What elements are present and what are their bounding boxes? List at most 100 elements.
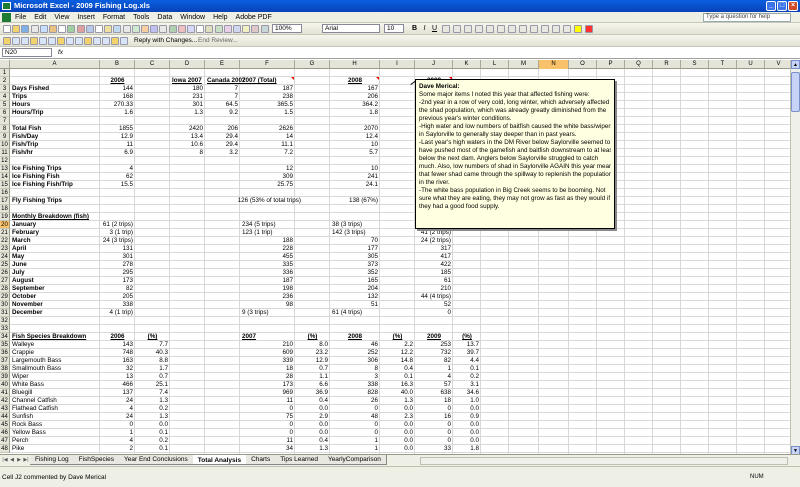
row-header-17[interactable]: 17	[0, 197, 10, 205]
row-header-24[interactable]: 24	[0, 253, 10, 261]
menu-tools[interactable]: Tools	[133, 12, 149, 23]
review-icon-13[interactable]	[111, 37, 119, 45]
column-header-h[interactable]: H	[330, 60, 380, 69]
toolbar-icon-23[interactable]	[205, 25, 214, 33]
row-header-12[interactable]: 12	[0, 157, 10, 165]
column-header-m[interactable]: M	[509, 60, 539, 69]
review-icon-6[interactable]	[48, 37, 56, 45]
review-icon-1[interactable]	[3, 37, 11, 45]
tab-charts[interactable]: Charts	[246, 455, 277, 465]
row-header-38[interactable]: 38	[0, 365, 10, 373]
row-header-31[interactable]: 31	[0, 309, 10, 317]
toolbar-icon-4[interactable]	[30, 25, 39, 33]
format-icon-9[interactable]	[530, 25, 538, 33]
scroll-thumb[interactable]	[791, 72, 800, 112]
zoom-select[interactable]: 100%	[272, 24, 302, 33]
toolbar-icon-10[interactable]	[85, 25, 94, 33]
row-header-2[interactable]: 2	[0, 77, 10, 85]
row-header-25[interactable]: 25	[0, 261, 10, 269]
row-header-5[interactable]: 5	[0, 101, 10, 109]
row-header-40[interactable]: 40	[0, 381, 10, 389]
column-header-k[interactable]: K	[453, 60, 481, 69]
tab-total-analysis[interactable]: Total Analysis	[192, 455, 248, 465]
column-header-d[interactable]: D	[170, 60, 205, 69]
row-header-15[interactable]: 15	[0, 181, 10, 189]
toolbar-icon-12[interactable]	[104, 25, 113, 33]
toolbar-icon-13[interactable]	[113, 25, 122, 33]
bold-button[interactable]: B	[410, 24, 419, 33]
format-icon-1[interactable]	[442, 25, 450, 33]
row-header-9[interactable]: 9	[0, 133, 10, 141]
review-icon-12[interactable]	[102, 37, 110, 45]
tab-yearlycomparison[interactable]: YearlyComparison	[322, 455, 387, 465]
toolbar-icon-9[interactable]	[76, 25, 85, 33]
review-icon-3[interactable]	[21, 37, 29, 45]
review-icon-11[interactable]	[93, 37, 101, 45]
row-header-8[interactable]: 8	[0, 125, 10, 133]
row-header-35[interactable]: 35	[0, 341, 10, 349]
select-all-corner[interactable]	[0, 60, 10, 69]
toolbar-icon-14[interactable]	[122, 25, 131, 33]
menu-window[interactable]: Window	[180, 12, 205, 23]
column-header-o[interactable]: O	[569, 60, 597, 69]
column-header-p[interactable]: P	[597, 60, 625, 69]
toolbar-icon-24[interactable]	[214, 25, 223, 33]
column-header-i[interactable]: I	[380, 60, 415, 69]
row-header-36[interactable]: 36	[0, 349, 10, 357]
format-icon-10[interactable]	[541, 25, 549, 33]
review-icon-10[interactable]	[84, 37, 92, 45]
toolbar-icon-17[interactable]	[150, 25, 159, 33]
tab-year-end-conclusions[interactable]: Year End Conclusions	[119, 455, 194, 465]
menu-help[interactable]: Help	[213, 12, 227, 23]
row-header-18[interactable]: 18	[0, 205, 10, 213]
prev-sheet-icon[interactable]: ◀	[9, 456, 15, 464]
underline-button[interactable]: U	[430, 24, 439, 33]
menu-file[interactable]: File	[15, 12, 26, 23]
row-header-42[interactable]: 42	[0, 397, 10, 405]
toolbar-icon-2[interactable]	[12, 25, 21, 33]
next-sheet-icon[interactable]: ▶	[16, 456, 22, 464]
fx-icon[interactable]: fx	[58, 48, 63, 57]
format-icon-3[interactable]	[464, 25, 472, 33]
row-header-7[interactable]: 7	[0, 117, 10, 125]
row-header-11[interactable]: 11	[0, 149, 10, 157]
font-select[interactable]: Arial	[322, 24, 380, 33]
review-icon-14[interactable]	[120, 37, 128, 45]
row-header-39[interactable]: 39	[0, 373, 10, 381]
format-icon-13[interactable]	[574, 25, 582, 33]
row-header-48[interactable]: 48	[0, 445, 10, 453]
row-header-28[interactable]: 28	[0, 285, 10, 293]
toolbar-icon-8[interactable]	[67, 25, 76, 33]
column-header-q[interactable]: Q	[625, 60, 653, 69]
row-header-20[interactable]: 20	[0, 221, 10, 229]
menu-edit[interactable]: Edit	[34, 12, 46, 23]
tab-fishspecies[interactable]: FishSpecies	[73, 455, 121, 465]
row-header-23[interactable]: 23	[0, 245, 10, 253]
italic-button[interactable]: I	[420, 24, 429, 33]
toolbar-icon-7[interactable]	[58, 25, 67, 33]
column-header-t[interactable]: T	[709, 60, 737, 69]
minimize-button[interactable]: _	[766, 1, 776, 11]
row-header-45[interactable]: 45	[0, 421, 10, 429]
row-header-14[interactable]: 14	[0, 173, 10, 181]
row-header-10[interactable]: 10	[0, 141, 10, 149]
row-header-33[interactable]: 33	[0, 325, 10, 333]
format-icon-5[interactable]	[486, 25, 494, 33]
row-header-43[interactable]: 43	[0, 405, 10, 413]
row-header-37[interactable]: 37	[0, 357, 10, 365]
vertical-scrollbar[interactable]: ▲ ▼	[790, 60, 800, 455]
review-icon-4[interactable]	[30, 37, 38, 45]
toolbar-icon-22[interactable]	[196, 25, 205, 33]
toolbar-icon-5[interactable]	[39, 25, 48, 33]
review-icon-2[interactable]	[12, 37, 20, 45]
name-box[interactable]: N20	[2, 48, 52, 57]
format-icon-2[interactable]	[453, 25, 461, 33]
row-header-41[interactable]: 41	[0, 389, 10, 397]
format-icon-6[interactable]	[497, 25, 505, 33]
tab-tips-learned[interactable]: Tips Learned	[275, 455, 324, 465]
help-search-input[interactable]: Type a question for help	[703, 13, 791, 22]
row-header-30[interactable]: 30	[0, 301, 10, 309]
toolbar-icon-28[interactable]	[251, 25, 260, 33]
toolbar-icon-29[interactable]	[260, 25, 269, 33]
column-header-l[interactable]: L	[481, 60, 509, 69]
